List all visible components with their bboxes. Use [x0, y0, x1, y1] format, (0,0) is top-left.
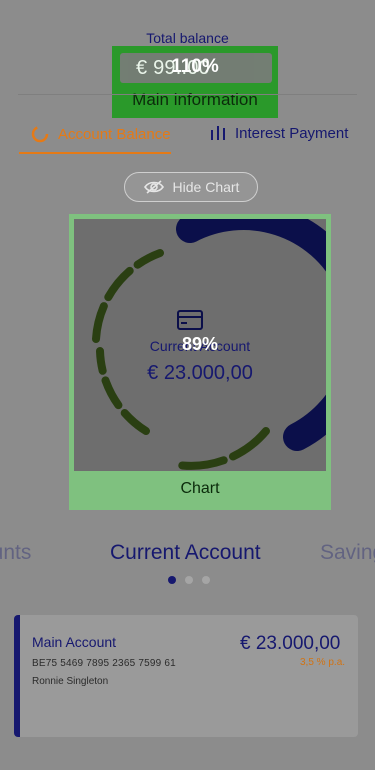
main-information-percent: 110% [171, 56, 219, 77]
account-amount: € 23.000,00 [240, 633, 341, 654]
carousel-item-right[interactable]: Saving [320, 541, 375, 565]
carousel-item-left[interactable]: ounts [0, 541, 31, 565]
tab-account-balance[interactable]: Account Balance [30, 124, 171, 144]
carousel-dot-1[interactable] [168, 576, 176, 584]
carousel-dots[interactable] [168, 576, 210, 584]
carousel-item-center[interactable]: Current Account [110, 541, 261, 565]
account-rate: 3,5 % p.a. [300, 657, 346, 668]
hide-chart-button[interactable]: Hide Chart [124, 172, 258, 202]
chart-center-amount: € 23.000,00 [147, 362, 253, 384]
donut-chart-icon [31, 125, 49, 143]
total-balance-label: Total balance [146, 30, 229, 46]
account-name: Main Account [32, 634, 117, 650]
header-divider [18, 94, 357, 95]
eye-off-icon [143, 180, 164, 194]
hide-chart-label: Hide Chart [172, 179, 240, 195]
tab-account-balance-label: Account Balance [58, 125, 171, 143]
account-owner: Ronnie Singleton [32, 676, 109, 687]
account-iban: BE75 5469 7895 2365 7599 61 [32, 658, 176, 669]
tab-interest-payment[interactable]: Interest Payment [209, 124, 348, 142]
carousel-dot-3[interactable] [202, 576, 210, 584]
tab-interest-payment-label: Interest Payment [235, 124, 349, 142]
card-icon [177, 310, 203, 330]
main-information-label: Main information [132, 90, 258, 109]
chart-caption: Chart [180, 480, 220, 497]
carousel-dot-2[interactable] [185, 576, 193, 584]
tab-active-underline [19, 152, 171, 154]
chart-overlay-percent: 89% [181, 334, 219, 354]
account-card-stripe [14, 615, 20, 737]
bar-chart-icon [211, 126, 225, 140]
